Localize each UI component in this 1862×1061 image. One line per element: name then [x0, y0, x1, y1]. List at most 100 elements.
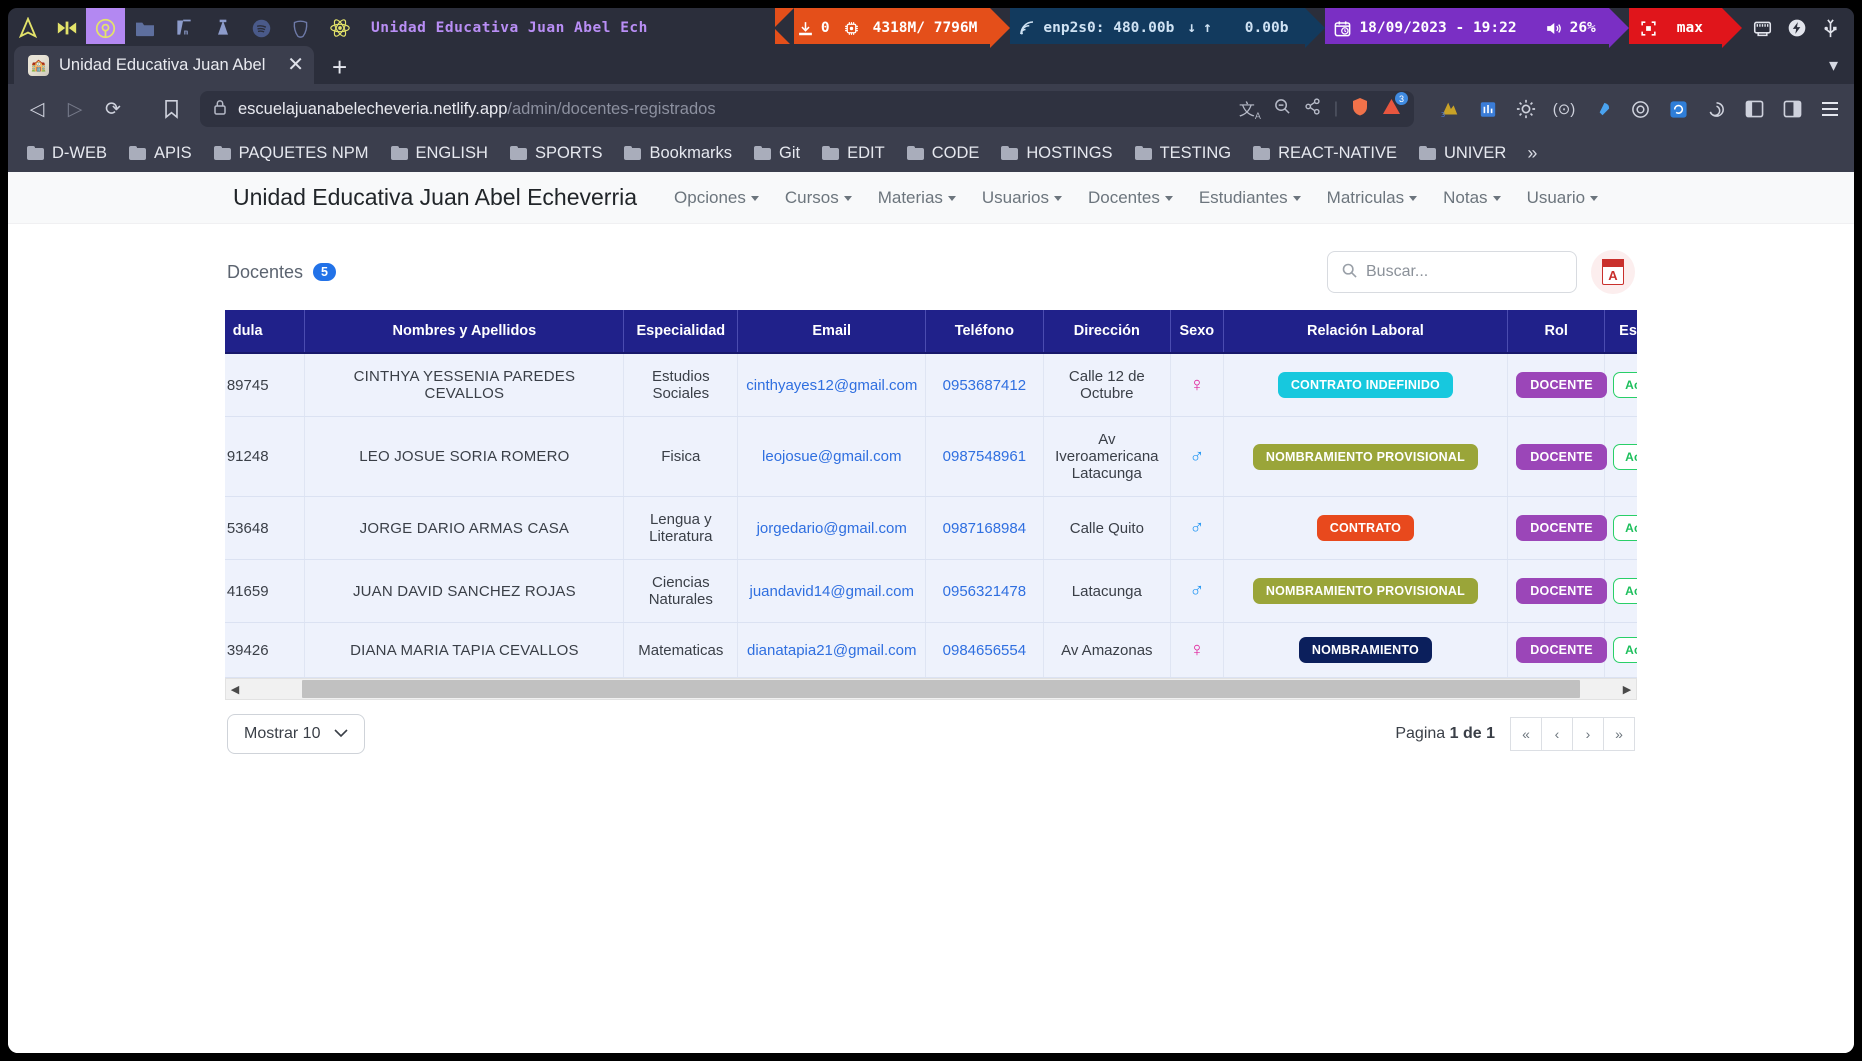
brackets-icon[interactable]: (⊙): [1552, 97, 1576, 121]
split-view-icon[interactable]: [1780, 97, 1804, 121]
col-rol[interactable]: Rol: [1507, 310, 1606, 354]
cell-telefono[interactable]: 0987168984: [925, 496, 1044, 560]
table-row[interactable]: 89745 CINTHYA YESSENIA PAREDES CEVALLOS Es…: [225, 353, 1637, 417]
reload-button[interactable]: ⟳: [96, 92, 130, 126]
cell-email[interactable]: jorgedario@gmail.com: [737, 496, 927, 560]
spiral-icon[interactable]: [1704, 97, 1728, 121]
react-icon[interactable]: [320, 8, 359, 48]
forward-button[interactable]: ▷: [58, 92, 92, 126]
cell-email[interactable]: dianatapia21@gmail.com: [737, 622, 927, 678]
search-box[interactable]: [1327, 251, 1577, 293]
nav-opciones[interactable]: Opciones: [661, 182, 772, 214]
bookmark-item[interactable]: REACT-NATIVE: [1244, 140, 1406, 167]
col-nombres[interactable]: Nombres y Apellidos: [304, 310, 625, 354]
scroll-right-arrow[interactable]: ▶: [1618, 683, 1636, 696]
col-especialidad[interactable]: Especialidad: [623, 310, 739, 354]
datetime-module[interactable]: 18/09/2023 - 19:22 26%: [1325, 8, 1629, 48]
translate-icon[interactable]: 文A: [1239, 96, 1261, 121]
col-cedula[interactable]: dula: [225, 310, 306, 354]
table-row[interactable]: 91248 LEO JOSUE SORIA ROMERO Fisica leojosu…: [225, 416, 1637, 497]
cell-telefono[interactable]: 0956321478: [925, 559, 1044, 623]
zoom-out-icon[interactable]: [1274, 98, 1291, 120]
rocket-icon[interactable]: [1590, 97, 1614, 121]
col-email[interactable]: Email: [737, 310, 927, 354]
rewards-icon[interactable]: 3: [1382, 92, 1408, 120]
table-row[interactable]: 53648 JORGE DARIO ARMAS CASA Lengua y Lite…: [225, 496, 1637, 560]
bookmark-item[interactable]: HOSTINGS: [992, 140, 1121, 167]
nav-docentes[interactable]: Docentes: [1075, 182, 1186, 214]
table-row[interactable]: 39426 DIANA MARIA TAPIA CEVALLOS Matematic…: [225, 622, 1637, 678]
nav-estudiantes[interactable]: Estudiantes: [1186, 182, 1314, 214]
nav-matriculas[interactable]: Matriculas: [1314, 182, 1430, 214]
col-estado[interactable]: Estado: [1604, 310, 1637, 354]
nav-usuarios[interactable]: Usuarios: [969, 182, 1075, 214]
browser-icon[interactable]: [86, 8, 125, 48]
next-page-button[interactable]: ›: [1572, 717, 1604, 751]
nav-notas[interactable]: Notas: [1430, 182, 1513, 214]
new-tab-button[interactable]: +: [314, 54, 365, 84]
usb-icon[interactable]: [1821, 18, 1840, 39]
cell-telefono[interactable]: 0987548961: [925, 416, 1044, 497]
bookmark-icon[interactable]: [154, 92, 188, 126]
tab-list-menu-icon[interactable]: ▾: [1829, 55, 1854, 84]
scroll-left-arrow[interactable]: ◀: [226, 683, 244, 696]
bookmark-item[interactable]: Git: [745, 140, 809, 167]
spotify-icon[interactable]: [242, 8, 281, 48]
brave-shield-icon[interactable]: [1351, 97, 1369, 121]
bookmark-item[interactable]: EDIT: [813, 140, 894, 167]
gear-icon[interactable]: [1514, 97, 1538, 121]
close-icon[interactable]: ✕: [287, 55, 304, 75]
nav-materias[interactable]: Materias: [865, 182, 969, 214]
col-relacion-laboral[interactable]: Relación Laboral: [1223, 310, 1509, 354]
bookmark-item[interactable]: UNIVER: [1410, 140, 1515, 167]
bookmark-item[interactable]: ENGLISH: [382, 140, 497, 167]
cell-email[interactable]: cinthyayes12@gmail.com: [737, 353, 927, 417]
bookmark-item[interactable]: D-WEB: [18, 140, 116, 167]
search-input[interactable]: [1366, 263, 1562, 281]
workspace-module[interactable]: max: [1628, 8, 1742, 48]
power-icon[interactable]: [1787, 18, 1807, 38]
dual-monitor-icon[interactable]: [47, 8, 86, 48]
vs-icon[interactable]: m: [164, 8, 203, 48]
rows-per-page-select[interactable]: Mostrar 10: [227, 714, 366, 754]
bookmark-item[interactable]: SPORTS: [501, 140, 612, 167]
col-direccion[interactable]: Dirección: [1043, 310, 1172, 354]
bookmark-item[interactable]: PAQUETES NPM: [205, 140, 378, 167]
share-icon[interactable]: [1304, 98, 1321, 120]
bookmark-item[interactable]: CODE: [898, 140, 989, 167]
last-page-button[interactable]: »: [1603, 717, 1635, 751]
menu-icon[interactable]: [1818, 97, 1842, 121]
prev-page-button[interactable]: ‹: [1541, 717, 1573, 751]
nav-usuario[interactable]: Usuario: [1514, 182, 1612, 214]
network-tray-icon[interactable]: [1752, 19, 1773, 38]
bookmark-item[interactable]: Bookmarks: [615, 140, 741, 167]
horizontal-scrollbar[interactable]: ◀ ▶: [225, 678, 1637, 700]
address-bar[interactable]: escuelajuanabelecheveria.netlify.app/adm…: [200, 91, 1414, 127]
col-sexo[interactable]: Sexo: [1170, 310, 1224, 354]
cell-email[interactable]: juandavid14@gmail.com: [737, 559, 927, 623]
cell-email[interactable]: leojosue@gmail.com: [737, 416, 927, 497]
first-page-button[interactable]: «: [1510, 717, 1542, 751]
arch-icon[interactable]: [8, 8, 47, 48]
page-title[interactable]: Unidad Educativa Juan Abel Echeverria: [233, 184, 637, 211]
bookmark-item[interactable]: APIS: [120, 140, 201, 167]
nav-cursos[interactable]: Cursos: [772, 182, 865, 214]
sync-icon[interactable]: [1666, 97, 1690, 121]
postgres-icon[interactable]: [281, 8, 320, 48]
target-icon[interactable]: [1628, 97, 1652, 121]
browser-tab[interactable]: 🏫 Unidad Educativa Juan Abel ✕: [14, 46, 314, 84]
files-icon[interactable]: [125, 8, 164, 48]
table-row[interactable]: 41659 JUAN DAVID SANCHEZ ROJAS Ciencias Na…: [225, 559, 1637, 623]
extension-1-icon[interactable]: 3: [1438, 97, 1462, 121]
sidebar-icon[interactable]: [1742, 97, 1766, 121]
col-telefono[interactable]: Teléfono: [925, 310, 1044, 354]
bookmarks-overflow-button[interactable]: »: [1519, 143, 1545, 164]
cell-telefono[interactable]: 0953687412: [925, 353, 1044, 417]
vlc-icon[interactable]: [203, 8, 242, 48]
back-button[interactable]: ◁: [20, 92, 54, 126]
export-pdf-button[interactable]: A: [1591, 250, 1635, 294]
cell-telefono[interactable]: 0984656554: [925, 622, 1044, 678]
scrollbar-track[interactable]: [244, 678, 1618, 700]
extension-2-icon[interactable]: [1476, 97, 1500, 121]
bookmark-item[interactable]: TESTING: [1126, 140, 1241, 167]
